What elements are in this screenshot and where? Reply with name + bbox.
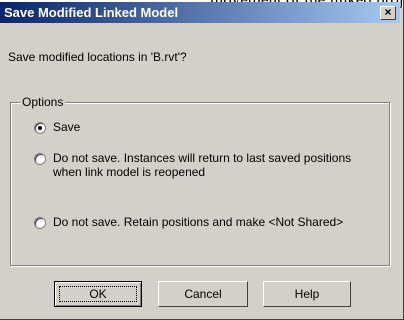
radio-do-not-save-not-shared[interactable] bbox=[34, 217, 46, 229]
help-button[interactable]: Help bbox=[263, 281, 351, 307]
close-icon: × bbox=[384, 5, 392, 19]
ok-focus-rect bbox=[59, 286, 137, 302]
window-title: Save Modified Linked Model bbox=[4, 5, 179, 20]
help-label: Help bbox=[294, 287, 320, 301]
option-save-label: Save bbox=[53, 120, 81, 134]
close-button[interactable]: × bbox=[380, 6, 396, 20]
option-do-not-save-return-label: Do not save. Instances will return to la… bbox=[53, 151, 352, 165]
ok-button[interactable]: OK bbox=[54, 281, 142, 307]
cancel-button[interactable]: Cancel bbox=[158, 281, 248, 307]
option-do-not-save-not-shared-label: Do not save. Retain positions and make <… bbox=[53, 215, 344, 229]
options-legend: Options bbox=[20, 95, 66, 109]
radio-do-not-save-return[interactable] bbox=[34, 153, 46, 165]
radio-save[interactable] bbox=[34, 122, 46, 134]
prompt-text: Save modified locations in 'B.rvt'? bbox=[8, 50, 187, 64]
title-bar[interactable]: Save Modified Linked Model × bbox=[0, 2, 400, 23]
option-do-not-save-return-label-line2: when link model is reopened bbox=[53, 165, 206, 179]
save-modified-linked-model-dialog: Save Modified Linked Model × Save modifi… bbox=[0, 0, 404, 320]
cancel-label: Cancel bbox=[184, 287, 222, 301]
